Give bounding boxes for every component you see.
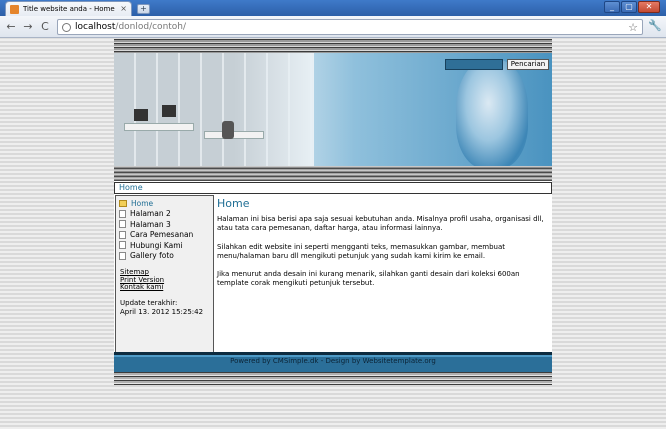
sidebar-item-label: Cara Pemesanan [130, 230, 194, 240]
forward-button[interactable]: → [21, 20, 35, 34]
wrench-icon[interactable]: 🔧 [648, 19, 662, 32]
last-updated-label: Update terakhir: [120, 298, 178, 307]
last-updated: Update terakhir: April 13. 2012 15:25:42 [116, 292, 213, 317]
footer-stripes [114, 372, 552, 385]
reload-button[interactable]: C [38, 20, 52, 34]
close-window-button[interactable]: ✕ [638, 1, 660, 13]
breadcrumb-home-link[interactable]: Home [119, 183, 143, 192]
office-desk [124, 123, 194, 131]
page-icon [119, 230, 126, 239]
back-button[interactable]: ← [4, 20, 18, 34]
sidebar-item-cara-pemesanan[interactable]: Cara Pemesanan [119, 230, 213, 241]
minimize-button[interactable]: _ [604, 1, 620, 13]
last-updated-value: April 13. 2012 15:25:42 [120, 307, 204, 316]
sidebar-item-label: Hubungi Kami [130, 240, 183, 250]
content-paragraph: Silahkan edit website ini seperti mengga… [217, 242, 506, 260]
sidebar-item-hubungi-kami[interactable]: Hubungi Kami [119, 240, 213, 251]
sidebar-links: Sitemap Print Version Kontak kami [116, 261, 213, 292]
url-path: /donlod/contoh/ [115, 22, 187, 32]
content-paragraph: Halaman ini bisa berisi apa saja sesuai … [217, 215, 544, 233]
tab-close-icon[interactable]: × [120, 5, 127, 13]
main-content: Home Halaman ini bisa berisi apa saja se… [217, 197, 547, 298]
tab-title: Title website anda - Home [23, 5, 115, 13]
page-title: Home [217, 197, 250, 210]
sidebar-item-halaman-2[interactable]: Halaman 2 [119, 209, 213, 220]
sidebar-item-label: Home [131, 198, 154, 208]
favicon-icon [10, 4, 19, 14]
content-paragraph: Jika menurut anda desain ini kurang mena… [217, 270, 520, 288]
header-stripes-bottom [114, 166, 552, 181]
browser-toolbar: ← → C localhost/donlod/contoh/ ☆ 🔧 [0, 16, 666, 38]
footer-credits: Powered by CMSimple.dk - Design by Websi… [230, 357, 436, 365]
sidebar-item-label: Gallery foto [130, 251, 174, 261]
new-tab-button[interactable]: + [137, 4, 150, 14]
page-icon [119, 209, 126, 218]
page-icon [119, 251, 126, 260]
sidebar-item-halaman-3[interactable]: Halaman 3 [119, 219, 213, 230]
face-photo [456, 59, 528, 169]
sidebar: Home Halaman 2 Halaman 3 Cara Pemesanan … [115, 195, 214, 362]
browser-titlebar: Title website anda - Home × + _ ▢ ✕ [0, 0, 666, 16]
address-bar[interactable]: localhost/donlod/contoh/ ☆ [57, 19, 643, 35]
folder-icon [119, 199, 127, 207]
breadcrumb: Home [114, 182, 552, 194]
sidebar-item-home[interactable]: Home [119, 198, 213, 209]
page-icon [119, 220, 126, 229]
globe-icon [62, 22, 71, 32]
search-input[interactable] [445, 59, 503, 70]
search-button[interactable]: Pencarian [507, 59, 549, 70]
maximize-button[interactable]: ▢ [621, 1, 637, 13]
sidebar-item-gallery-foto[interactable]: Gallery foto [119, 251, 213, 262]
office-monitor [162, 105, 176, 117]
sidebar-item-label: Halaman 2 [130, 209, 171, 219]
kontak-kami-link[interactable]: Kontak kami [120, 283, 213, 292]
sidebar-item-label: Halaman 3 [130, 219, 171, 229]
header-stripes-top [114, 39, 552, 53]
bookmark-star-icon[interactable]: ☆ [628, 20, 638, 35]
site-container: Pencarian Home Home Halaman 2 Halaman 3 [114, 39, 552, 385]
url-host: localhost [75, 22, 116, 32]
page-viewport: Pencarian Home Home Halaman 2 Halaman 3 [0, 39, 666, 429]
site-footer: Powered by CMSimple.dk - Design by Websi… [114, 352, 552, 372]
office-monitor [134, 109, 148, 121]
site-header: Pencarian [114, 39, 552, 181]
office-chair [222, 121, 234, 139]
office-desk [204, 131, 264, 139]
sidebar-menu: Home Halaman 2 Halaman 3 Cara Pemesanan … [116, 196, 213, 261]
url-text: localhost/donlod/contoh/ [75, 22, 186, 32]
office-photo [114, 53, 314, 166]
browser-tab[interactable]: Title website anda - Home × [5, 1, 132, 16]
page-icon [119, 241, 126, 250]
